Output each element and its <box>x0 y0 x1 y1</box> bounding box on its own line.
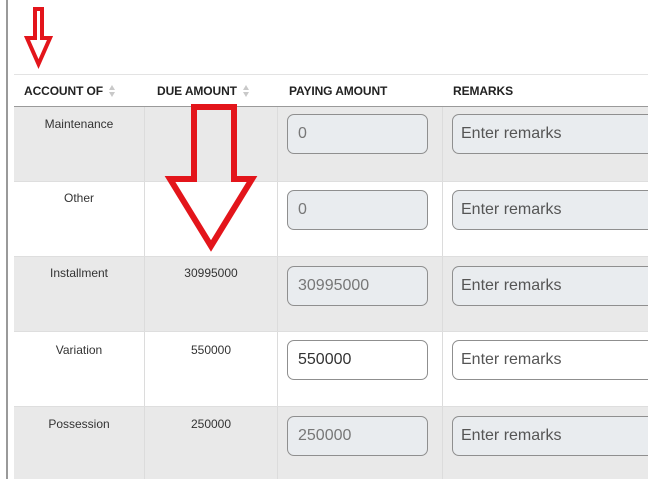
account-of-text: Possession <box>48 417 110 431</box>
remarks-cell: Enter remarks <box>443 407 648 479</box>
paying-amount-input[interactable]: 0 <box>287 114 428 154</box>
paying-amount-cell: 30995000 <box>278 257 443 331</box>
remarks-cell: Enter remarks <box>443 182 648 256</box>
column-header-label: PAYING AMOUNT <box>289 84 388 98</box>
column-header-label: REMARKS <box>453 84 513 98</box>
column-header-paying-amount: PAYING AMOUNT <box>289 75 387 107</box>
remarks-input[interactable]: Enter remarks <box>452 114 648 154</box>
paying-amount-cell: 550000 <box>278 332 443 406</box>
paying-amount-input[interactable]: 0 <box>287 190 428 230</box>
remarks-input[interactable]: Enter remarks <box>452 266 648 306</box>
sort-icon[interactable] <box>109 84 116 98</box>
table-row: Maintenance 0 Enter remarks <box>14 107 648 182</box>
paying-amount-input[interactable]: 550000 <box>287 340 428 380</box>
account-of-cell: Maintenance <box>14 107 145 181</box>
due-amount-cell <box>145 107 278 181</box>
account-of-cell: Installment <box>14 257 145 331</box>
remarks-input[interactable]: Enter remarks <box>452 340 648 380</box>
account-of-text: Variation <box>55 343 103 357</box>
account-of-text: Maintenance <box>44 117 114 131</box>
remarks-cell: Enter remarks <box>443 332 648 406</box>
account-of-cell: Possession <box>14 407 145 479</box>
paying-amount-input[interactable]: 250000 <box>287 416 428 456</box>
remarks-input[interactable]: Enter remarks <box>452 416 648 456</box>
account-of-cell: Other <box>14 182 145 256</box>
account-of-cell: Variation <box>14 332 145 406</box>
column-header-due-amount[interactable]: DUE AMOUNT <box>157 75 250 107</box>
paying-amount-cell: 0 <box>278 182 443 256</box>
column-header-account-of[interactable]: ACCOUNT OF <box>24 75 116 107</box>
remarks-cell: Enter remarks <box>443 257 648 331</box>
due-amount-cell: 30995000 <box>145 257 278 331</box>
remarks-cell: Enter remarks <box>443 107 648 181</box>
due-amount-text: 550000 <box>190 343 232 357</box>
small-down-arrow-icon <box>23 7 54 69</box>
table-header: ACCOUNT OF DUE AMOUNT PAYING AMOUNT REMA… <box>14 74 648 107</box>
table-row: Variation 550000 550000 Enter remarks <box>14 332 648 407</box>
due-amount-text: 30995000 <box>184 266 238 280</box>
sort-icon[interactable] <box>242 84 250 98</box>
paying-amount-cell: 250000 <box>278 407 443 479</box>
page-left-border <box>6 0 8 479</box>
due-amount-text: 250000 <box>190 417 232 431</box>
column-header-label: DUE AMOUNT <box>157 84 237 98</box>
due-amount-cell: 250000 <box>145 407 278 479</box>
column-header-label: ACCOUNT OF <box>24 84 103 98</box>
due-amount-cell: 550000 <box>145 332 278 406</box>
paying-amount-input[interactable]: 30995000 <box>287 266 428 306</box>
table-row: Other 0 Enter remarks <box>14 182 648 257</box>
account-of-text: Installment <box>49 266 109 280</box>
table-row: Installment 30995000 30995000 Enter rema… <box>14 257 648 332</box>
payment-table: ACCOUNT OF DUE AMOUNT PAYING AMOUNT REMA… <box>14 74 648 479</box>
account-of-text: Other <box>63 191 94 205</box>
paying-amount-cell: 0 <box>278 107 443 181</box>
remarks-input[interactable]: Enter remarks <box>452 190 648 230</box>
due-amount-cell <box>145 182 278 256</box>
column-header-remarks: REMARKS <box>453 75 513 107</box>
table-row: Possession 250000 250000 Enter remarks <box>14 407 648 479</box>
